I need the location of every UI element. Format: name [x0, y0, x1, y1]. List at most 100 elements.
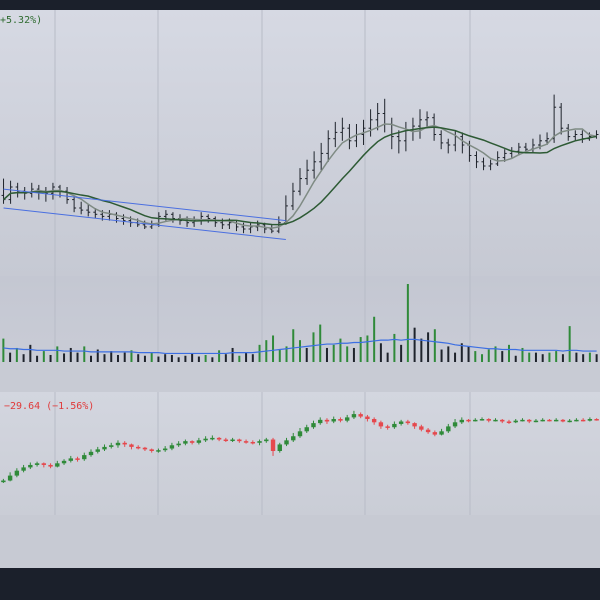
volume-bar: [150, 352, 153, 362]
volume-bar: [501, 351, 504, 362]
ohlc-bar: [580, 130, 585, 143]
candle: [115, 440, 121, 448]
candle-body: [439, 431, 444, 435]
candle: [358, 412, 363, 419]
candle: [500, 419, 505, 424]
candle-body: [405, 421, 411, 424]
candle-body: [149, 449, 154, 451]
candle-body: [169, 445, 175, 449]
candle: [48, 463, 53, 469]
ohlc-bar: [368, 109, 373, 137]
ohlc-bar: [213, 216, 218, 227]
ohlc-bar: [418, 109, 422, 139]
candle-body: [142, 447, 148, 450]
candle: [34, 461, 40, 467]
candle: [82, 452, 87, 461]
top-toolbar: [0, 0, 600, 10]
volume-bar: [292, 329, 295, 362]
volume-bar: [366, 335, 369, 362]
candle: [250, 440, 256, 445]
volume-bar: [588, 352, 591, 362]
volume-bar: [555, 351, 558, 362]
volume-bar: [278, 349, 281, 362]
volume-bar: [116, 354, 119, 362]
volume-bar: [272, 335, 275, 362]
candle: [311, 420, 316, 429]
volume-bar: [164, 354, 167, 362]
volume-bar: [170, 354, 173, 362]
candle: [419, 424, 424, 432]
candle-body: [41, 463, 47, 465]
ohlc-bar: [439, 130, 444, 150]
candle-body: [203, 438, 208, 441]
candle-body: [196, 440, 202, 443]
candle: [169, 442, 175, 451]
candle-body: [540, 419, 545, 422]
candle: [270, 437, 276, 456]
candle-body: [243, 441, 249, 443]
volume-bar: [420, 338, 423, 362]
candle-body: [318, 419, 323, 424]
volume-bar: [15, 347, 18, 362]
candle-body: [82, 455, 87, 460]
candle-body: [553, 419, 559, 422]
candle-body: [122, 442, 127, 445]
candle: [547, 419, 552, 422]
candle: [14, 468, 20, 478]
volume-bar: [103, 354, 106, 362]
ohlc-bar: [333, 121, 338, 148]
candle: [223, 437, 229, 442]
candle: [371, 417, 377, 425]
candle-body: [61, 460, 67, 464]
volume-chart[interactable]: [0, 276, 600, 362]
candle: [142, 446, 148, 451]
candle-body: [264, 439, 269, 442]
candle-body: [331, 419, 336, 422]
ohlc-bar: [1, 178, 6, 204]
candle: [122, 441, 127, 447]
volume-pane[interactable]: [0, 276, 600, 362]
candle: [567, 419, 572, 423]
candle-body: [567, 420, 572, 423]
ohlc-bar: [65, 187, 70, 204]
candle: [318, 417, 323, 425]
candle: [425, 428, 431, 434]
candle-body: [500, 419, 505, 422]
candle: [129, 443, 134, 450]
candle: [189, 440, 195, 445]
volume-bar: [204, 354, 207, 362]
candle-body: [162, 448, 168, 451]
candle-body: [189, 441, 195, 443]
volume-bar: [9, 352, 12, 362]
candle-body: [479, 419, 485, 421]
candle: [237, 438, 242, 443]
candle-body: [88, 451, 94, 456]
candle: [1, 478, 6, 483]
ohlc-bar: [79, 201, 84, 215]
candle: [284, 437, 289, 447]
ohlc-bar: [199, 212, 204, 225]
price-chart[interactable]: [0, 10, 600, 276]
price-pane[interactable]: [0, 10, 600, 276]
candle-body: [419, 426, 424, 430]
volume-bar: [69, 347, 72, 362]
empty-bottom-pane: [0, 515, 600, 568]
volume-bar: [110, 351, 113, 362]
candle-body: [351, 414, 357, 418]
volume-bar: [339, 338, 342, 362]
volume-bar: [454, 352, 457, 362]
volume-bar: [218, 350, 221, 362]
candle: [533, 419, 539, 423]
ohlc-bar: [425, 111, 430, 129]
candle: [230, 437, 235, 442]
volume-bar: [393, 333, 396, 362]
price-change-label: +5.32%): [0, 15, 43, 26]
volume-bar: [507, 344, 510, 362]
volume-bar: [447, 346, 450, 362]
candle-body: [230, 439, 235, 442]
candle-body: [284, 440, 289, 445]
candle-body: [277, 444, 282, 451]
volume-bar: [400, 344, 403, 362]
candle-body: [459, 419, 464, 423]
candle: [297, 428, 303, 438]
